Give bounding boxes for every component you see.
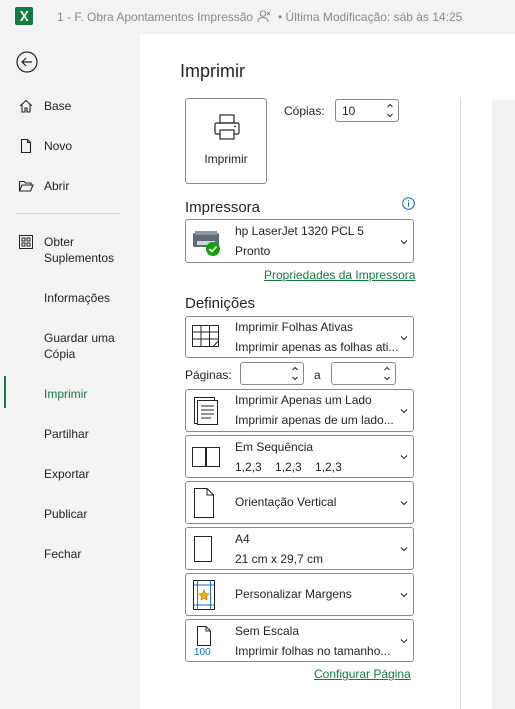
paper-size-line2: 21 cm x 29,7 cm xyxy=(235,552,324,566)
svg-text:100: 100 xyxy=(194,647,211,657)
print-what-dropdown[interactable]: Imprimir Folhas Ativas Imprimir apenas a… xyxy=(185,316,414,358)
folder-open-icon xyxy=(18,180,34,192)
sides-line2: Imprimir apenas de um lado... xyxy=(235,413,394,427)
backstage-nav: Base Novo Abrir Obter Suplementos Inform… xyxy=(0,34,140,709)
shared-person-icon xyxy=(257,10,271,23)
print-panel: Imprimir Imprimir Cópias: 10 Impressora xyxy=(140,34,515,709)
scaling-dropdown[interactable]: 100 Sem Escala Imprimir folhas no tamanh… xyxy=(185,619,414,662)
addins-grid-icon xyxy=(19,235,33,249)
scaling-line2: Imprimir folhas no tamanho... xyxy=(235,644,391,658)
pages-to-label: a xyxy=(314,368,321,382)
new-document-icon xyxy=(20,138,32,154)
printer-dropdown[interactable]: hp LaserJet 1320 PCL 5 Pronto xyxy=(185,219,414,263)
document-title[interactable]: 1 - F. Obra Apontamentos Impressão xyxy=(57,10,253,24)
excel-logo-icon xyxy=(15,7,33,25)
chevron-down-icon xyxy=(400,547,408,552)
margins-label: Personalizar Margens xyxy=(235,587,352,601)
custom-margins-icon xyxy=(193,580,215,610)
printer-icon xyxy=(214,114,240,140)
print-what-line1: Imprimir Folhas Ativas xyxy=(235,320,354,334)
collated-icon xyxy=(192,447,220,467)
settings-heading: Definições xyxy=(185,295,256,312)
spinner-arrows-icon[interactable] xyxy=(386,101,394,120)
printer-name: hp LaserJet 1320 PCL 5 xyxy=(235,224,364,238)
back-arrow-icon[interactable] xyxy=(16,51,38,73)
printer-properties-link[interactable]: Propriedades da Impressora xyxy=(264,268,415,282)
collation-line1: Em Sequência xyxy=(235,440,314,454)
copies-spinner[interactable]: 10 xyxy=(335,99,399,122)
sides-dropdown[interactable]: Imprimir Apenas um Lado Imprimir apenas … xyxy=(185,389,414,432)
chevron-down-icon xyxy=(400,639,408,644)
title-bar: 1 - F. Obra Apontamentos Impressão • Últ… xyxy=(0,0,515,34)
sides-line1: Imprimir Apenas um Lado xyxy=(235,393,372,407)
scaling-line1: Sem Escala xyxy=(235,624,300,638)
one-sided-icon xyxy=(194,397,218,425)
paper-size-line1: A4 xyxy=(235,532,250,546)
paper-size-dropdown[interactable]: A4 21 cm x 29,7 cm xyxy=(185,527,414,570)
chevron-down-icon xyxy=(400,593,408,598)
portrait-orientation-icon xyxy=(194,488,214,518)
chevron-down-icon xyxy=(400,455,408,460)
printer-ready-icon xyxy=(193,231,220,256)
orientation-label: Orientação Vertical xyxy=(235,495,337,509)
no-scaling-icon: 100 xyxy=(194,626,211,657)
home-icon xyxy=(19,99,33,113)
chevron-down-icon xyxy=(400,336,408,341)
active-sheets-icon xyxy=(192,325,219,347)
collation-line2: 1,2,3 1,2,3 1,2,3 xyxy=(235,460,342,474)
spinner-arrows-icon[interactable] xyxy=(291,364,299,383)
chevron-down-icon xyxy=(400,240,408,245)
page-title: Imprimir xyxy=(180,61,245,81)
orientation-dropdown[interactable]: Orientação Vertical xyxy=(185,481,414,524)
printer-status: Pronto xyxy=(235,244,271,258)
chevron-down-icon xyxy=(400,501,408,506)
preview-divider xyxy=(460,98,461,709)
spinner-arrows-icon[interactable] xyxy=(383,364,391,383)
print-button[interactable]: Imprimir xyxy=(185,98,267,184)
pages-label: Páginas: xyxy=(185,368,232,382)
page-setup-link[interactable]: Configurar Página xyxy=(314,667,411,681)
pages-to-spinner[interactable] xyxy=(331,362,396,385)
pages-from-spinner[interactable] xyxy=(240,362,304,385)
copies-value: 10 xyxy=(342,104,356,118)
margins-dropdown[interactable]: Personalizar Margens xyxy=(185,573,414,616)
print-what-line2: Imprimir apenas as folhas ati... xyxy=(235,340,399,354)
printer-heading: Impressora xyxy=(185,199,261,216)
chevron-down-icon xyxy=(400,409,408,414)
copies-label: Cópias: xyxy=(284,104,325,118)
collation-dropdown[interactable]: Em Sequência 1,2,3 1,2,3 1,2,3 xyxy=(185,435,414,478)
nav-divider xyxy=(16,213,120,214)
paper-size-icon xyxy=(194,536,212,562)
last-modified: • Última Modificação: sáb às 14:25 xyxy=(278,10,463,24)
info-icon[interactable] xyxy=(402,197,415,210)
print-preview-area[interactable] xyxy=(492,100,515,709)
active-indicator xyxy=(4,376,6,408)
